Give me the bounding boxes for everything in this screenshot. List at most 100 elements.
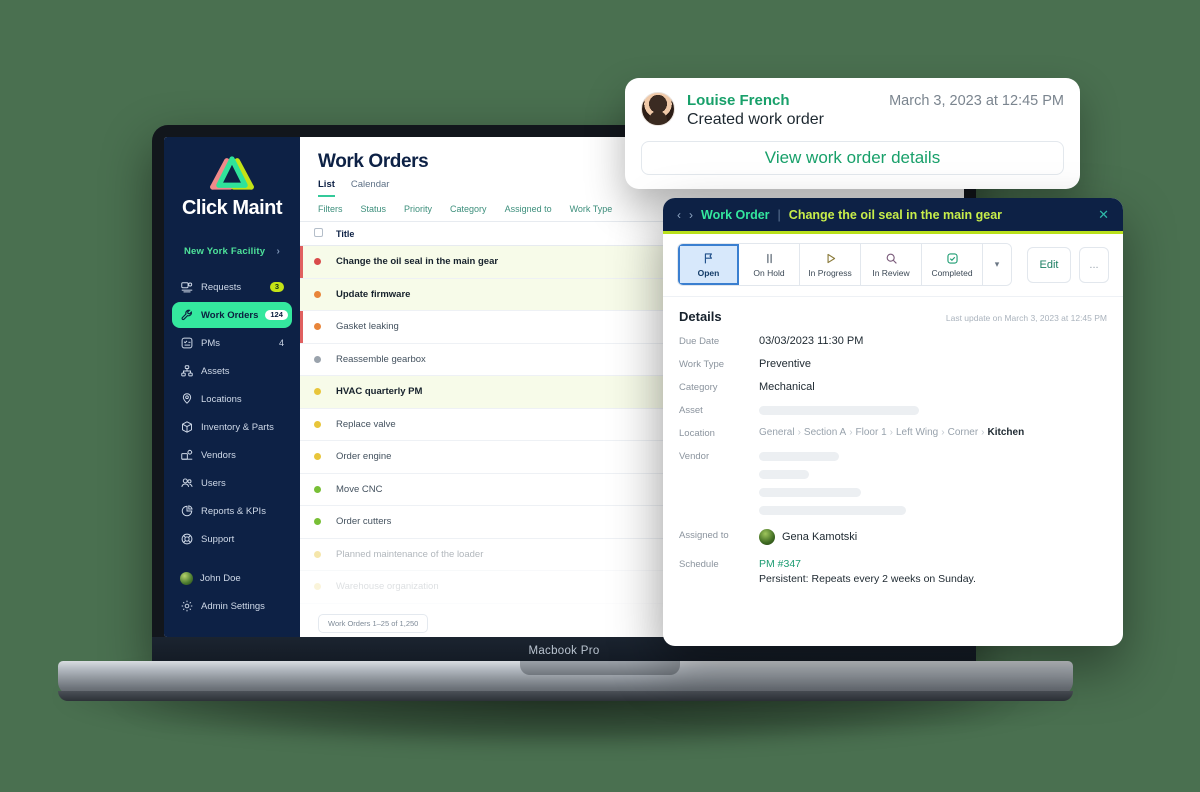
view-work-order-details-button[interactable]: View work order details xyxy=(641,141,1064,175)
sidebar-item-label: Inventory & Parts xyxy=(201,421,274,433)
priority-dot-cell xyxy=(300,290,334,298)
pause-icon xyxy=(766,253,772,263)
toast-top-row: Louise French March 3, 2023 at 12:45 PM … xyxy=(641,92,1064,129)
sidebar-user-profile[interactable]: John Doe xyxy=(172,566,292,591)
priority-dot xyxy=(314,258,321,266)
sidebar-item-vendors[interactable]: Vendors xyxy=(172,442,292,468)
detail-title: Change the oil seal in the main gear xyxy=(788,207,1003,222)
sidebar-user-name: John Doe xyxy=(200,573,241,584)
brand-name: Click Maint xyxy=(181,197,283,219)
avatar xyxy=(180,572,193,585)
field-assigned-to: Assigned to Gena Kamotski xyxy=(679,529,1107,545)
status-label: On Hold xyxy=(753,267,785,278)
select-all-checkbox[interactable] xyxy=(300,228,334,239)
status-button-in-progress[interactable]: In Progress xyxy=(800,244,861,285)
work-order-detail-panel: ‹ › Work Order | Change the oil seal in … xyxy=(663,198,1123,646)
chevron-right-icon[interactable]: › xyxy=(689,208,693,222)
priority-dot xyxy=(314,518,321,526)
assignee-name: Gena Kamotski xyxy=(782,531,858,543)
sidebar-item-label: Vendors xyxy=(201,449,236,461)
edit-button[interactable]: Edit xyxy=(1027,246,1071,283)
laptop-foot xyxy=(58,691,1073,701)
crumb-separator: › xyxy=(849,427,853,438)
details-section-title: Details xyxy=(679,309,722,324)
priority-dot-cell xyxy=(300,388,334,396)
chevron-left-icon[interactable]: ‹ xyxy=(677,208,681,222)
sidebar-item-label: Locations xyxy=(201,393,242,405)
asset-placeholder xyxy=(759,406,919,415)
status-button-group: Open On Hold In Progress In Review Compl… xyxy=(677,243,1012,286)
brand-logo[interactable]: Click Maint xyxy=(164,153,300,220)
sidebar-item-support[interactable]: Support xyxy=(172,526,292,552)
assignee[interactable]: Gena Kamotski xyxy=(759,529,857,545)
crumb: Floor 1 xyxy=(855,427,887,438)
filter-work-type[interactable]: Work Type xyxy=(570,204,613,214)
status-button-on-hold[interactable]: On Hold xyxy=(739,244,800,285)
priority-dot xyxy=(314,323,321,331)
detail-panel-header: ‹ › Work Order | Change the oil seal in … xyxy=(663,198,1123,234)
flag-icon xyxy=(704,252,712,263)
pagination-summary: Work Orders 1–25 of 1,250 xyxy=(318,613,429,633)
status-button-in-review[interactable]: In Review xyxy=(861,244,922,285)
status-button-completed[interactable]: Completed xyxy=(922,244,983,285)
field-label: Assigned to xyxy=(679,530,729,541)
vendors-icon xyxy=(181,449,193,460)
sidebar-item-requests[interactable]: Requests 3 xyxy=(172,274,292,300)
facility-selector[interactable]: New York Facility › xyxy=(172,240,292,263)
sidebar-item-inventory-parts[interactable]: Inventory & Parts xyxy=(172,414,292,440)
filter-category[interactable]: Category xyxy=(450,204,487,214)
field-category: Category Mechanical xyxy=(679,381,1107,393)
location-pin-icon xyxy=(182,393,192,404)
filter-priority[interactable]: Priority xyxy=(404,204,432,214)
pm-link[interactable]: PM #347 xyxy=(759,558,976,570)
filter-filters[interactable]: Filters xyxy=(318,204,343,214)
field-label: Work Type xyxy=(679,359,725,370)
tab-list[interactable]: List xyxy=(318,179,335,197)
sidebar-item-users[interactable]: Users xyxy=(172,470,292,496)
priority-dot xyxy=(314,388,321,396)
priority-dot-cell xyxy=(300,323,334,331)
chevron-right-icon: › xyxy=(276,246,280,257)
assets-hierarchy-icon xyxy=(181,365,193,377)
status-label: Open xyxy=(697,267,720,278)
priority-dot-cell xyxy=(300,583,334,591)
sidebar-item-label: Reports & KPIs xyxy=(201,505,266,517)
priority-dot-cell xyxy=(300,420,334,428)
sidebar-item-locations[interactable]: Locations xyxy=(172,386,292,412)
sidebar-item-work-orders[interactable]: Work Orders 124 xyxy=(172,302,292,328)
priority-dot-cell xyxy=(300,550,334,558)
filter-assigned-to[interactable]: Assigned to xyxy=(505,204,552,214)
crumb: Section A xyxy=(803,427,847,438)
field-due-date: Due Date 03/03/2023 11:30 PM xyxy=(679,335,1107,347)
crumb: Corner xyxy=(947,427,979,438)
screenshot-stage: Click Maint New York Facility › Requests… xyxy=(0,0,1200,792)
vendor-placeholder xyxy=(759,488,861,497)
sidebar-item-pms[interactable]: PMs 4 xyxy=(172,330,292,356)
crumb-current: Kitchen xyxy=(987,427,1025,438)
filter-status[interactable]: Status xyxy=(361,204,387,214)
tab-calendar[interactable]: Calendar xyxy=(351,179,390,197)
sidebar-item-admin-settings[interactable]: Admin Settings xyxy=(172,593,292,619)
sidebar-item-reports-kpis[interactable]: Reports & KPIs xyxy=(172,498,292,524)
checklist-icon xyxy=(181,337,193,349)
field-label: Location xyxy=(679,428,715,439)
users-icon xyxy=(181,478,193,487)
requests-icon xyxy=(181,282,193,293)
click-maint-logo-icon xyxy=(210,156,254,190)
toast-timestamp: March 3, 2023 at 12:45 PM xyxy=(889,93,1064,109)
detail-entity-kind: Work Order xyxy=(701,207,770,222)
field-schedule: Schedule PM #347 Persistent: Repeats eve… xyxy=(679,558,1107,585)
vendor-placeholder xyxy=(759,506,906,515)
play-icon xyxy=(826,253,835,263)
requests-badge: 3 xyxy=(269,281,284,293)
crumb-separator: › xyxy=(941,427,945,438)
sidebar-item-label: Work Orders xyxy=(201,309,259,321)
status-button-open[interactable]: Open xyxy=(678,244,739,285)
close-icon[interactable]: ✕ xyxy=(1098,207,1109,223)
sidebar-item-assets[interactable]: Assets xyxy=(172,358,292,384)
more-options-button[interactable]: ... xyxy=(1079,246,1109,283)
status-label: In Progress xyxy=(808,267,852,278)
wrench-icon xyxy=(181,309,192,321)
chevron-down-icon[interactable]: ▾ xyxy=(983,244,1011,285)
detail-separator: | xyxy=(777,207,781,222)
